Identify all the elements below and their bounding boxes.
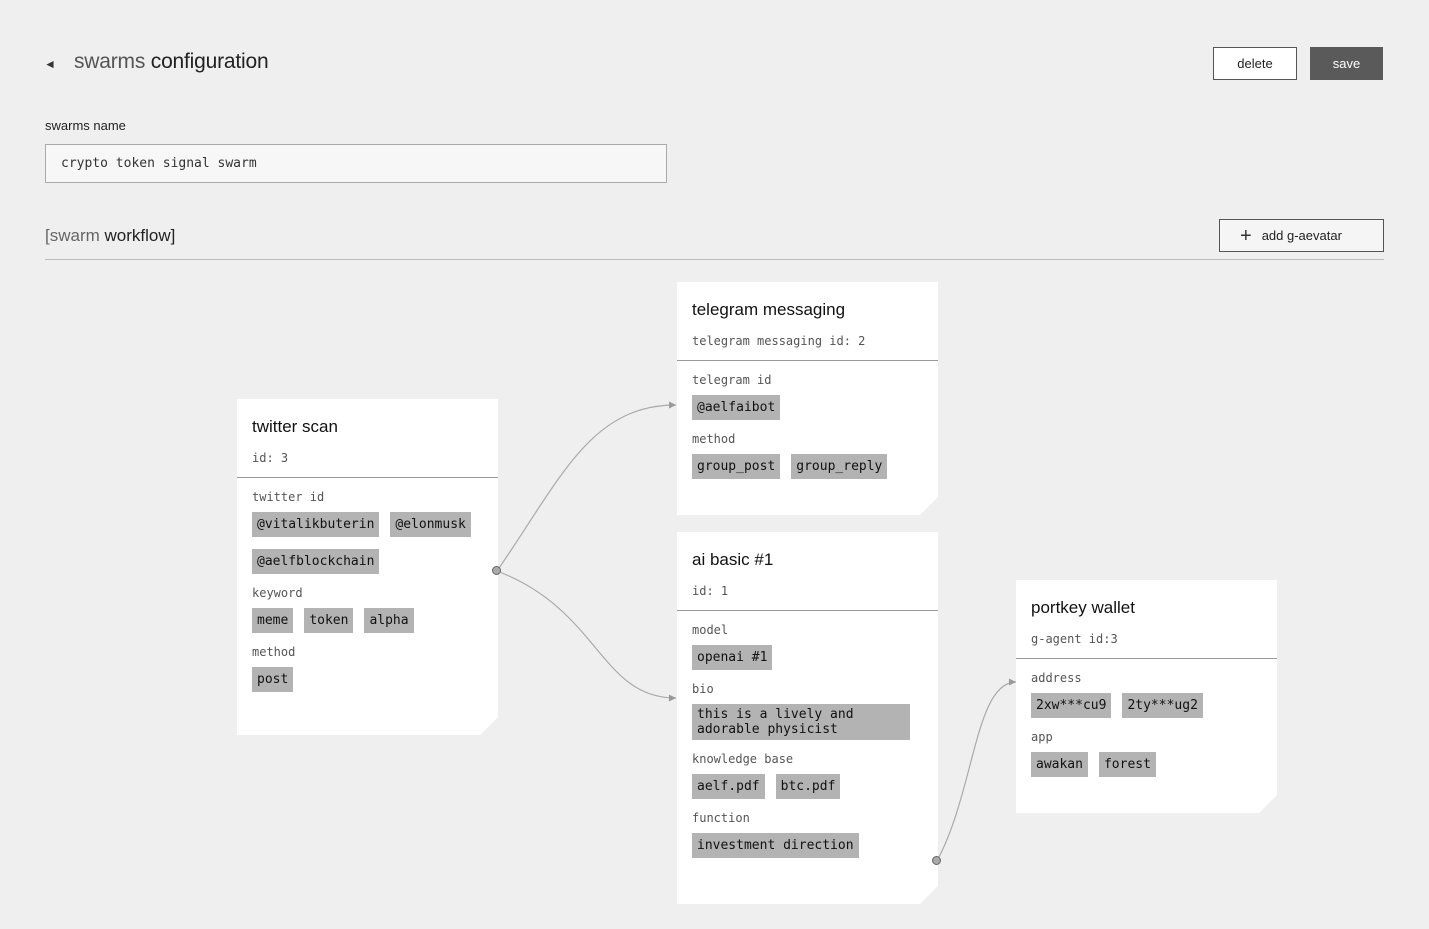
workflow-section-title: [swarm workflow] [45, 226, 175, 246]
tag-chip[interactable]: 2ty***ug2 [1122, 693, 1202, 718]
chip-group: investment direction [692, 833, 923, 858]
prop-label: keyword [252, 586, 303, 600]
chip-group: this is a lively and adorable physicist [692, 704, 923, 740]
tag-chip[interactable]: group_reply [791, 454, 887, 479]
tag-chip[interactable]: aelf.pdf [692, 774, 765, 799]
back-icon[interactable]: ◄ [44, 57, 56, 71]
prop-label: twitter id [252, 490, 325, 504]
page-title-part: configuration [150, 50, 269, 73]
card-subtitle: g-agent id:3 [1031, 632, 1118, 646]
tag-chip[interactable]: post [252, 667, 293, 692]
tag-chip[interactable]: group_post [692, 454, 780, 479]
chip-group: meme token alpha [252, 608, 483, 633]
chip-group: post [252, 667, 483, 692]
prop-label: function [692, 811, 750, 825]
tag-chip[interactable]: awakan [1031, 752, 1088, 777]
chip-group: 2xw***cu9 2ty***ug2 [1031, 693, 1262, 718]
chip-group: @aelfaibot [692, 395, 923, 420]
card-subtitle: id: 1 [692, 584, 729, 598]
save-button[interactable]: save [1310, 47, 1383, 80]
card-header: portkey wallet g-agent id:3 [1016, 580, 1277, 659]
prop-label: method [252, 645, 296, 659]
portkey-wallet-card[interactable]: portkey wallet g-agent id:3 address 2xw*… [1016, 580, 1277, 813]
prop-label: address [1031, 671, 1082, 685]
tag-chip[interactable]: forest [1099, 752, 1156, 777]
card-title: telegram messaging [692, 300, 846, 319]
page-title-part: swarms [74, 50, 146, 73]
tag-chip[interactable]: meme [252, 608, 293, 633]
workflow-title-part: workflow] [104, 226, 176, 245]
telegram-messaging-card[interactable]: telegram messaging telegram messaging id… [677, 282, 938, 515]
twitter-scan-card[interactable]: twitter scan id: 3 twitter id @vitalikbu… [237, 399, 498, 735]
card-title: twitter scan [252, 417, 338, 436]
connector-ai-wallet [936, 678, 1017, 862]
swarm-name-input[interactable] [45, 144, 667, 183]
output-port[interactable] [492, 566, 501, 575]
add-g-aevatar-label: add g-aevatar [1261, 228, 1342, 243]
plus-icon: + [1240, 224, 1252, 247]
tag-chip[interactable]: alpha [364, 608, 413, 633]
tag-chip[interactable]: btc.pdf [776, 774, 841, 799]
tag-chip[interactable]: openai #1 [692, 645, 772, 670]
swarm-name-label: swarms name [45, 118, 126, 133]
connector-twitter-ai [496, 570, 677, 702]
tag-chip[interactable]: @aelfblockchain [252, 549, 379, 574]
prop-label: model [692, 623, 729, 637]
card-header: twitter scan id: 3 [237, 399, 498, 478]
chip-group: awakan forest [1031, 752, 1262, 777]
chip-group: group_post group_reply [692, 454, 923, 479]
delete-button[interactable]: delete [1213, 47, 1297, 80]
chip-group: aelf.pdf btc.pdf [692, 774, 923, 799]
card-title: portkey wallet [1031, 598, 1135, 617]
card-subtitle: id: 3 [252, 451, 289, 465]
tag-chip[interactable]: investment direction [692, 833, 859, 858]
card-subtitle: telegram messaging id: 2 [692, 334, 866, 348]
card-header: telegram messaging telegram messaging id… [677, 282, 938, 361]
card-title: ai basic #1 [692, 550, 774, 569]
output-port[interactable] [932, 856, 941, 865]
add-g-aevatar-button[interactable]: + add g-aevatar [1219, 219, 1384, 252]
chip-group: openai #1 [692, 645, 923, 670]
prop-label: telegram id [692, 373, 772, 387]
tag-chip[interactable]: @vitalikbuterin [252, 512, 379, 537]
section-divider [45, 259, 1384, 260]
workflow-title-part: [swarm [45, 226, 100, 245]
page-title: swarms configuration [74, 50, 269, 74]
ai-basic-card[interactable]: ai basic #1 id: 1 model openai #1 bio th… [677, 532, 938, 904]
chip-group: @vitalikbuterin @elonmusk @aelfblockchai… [252, 512, 483, 574]
tag-chip[interactable]: @aelfaibot [692, 395, 780, 420]
prop-label: method [692, 432, 736, 446]
prop-label: bio [692, 682, 714, 696]
tag-chip[interactable]: @elonmusk [390, 512, 470, 537]
card-header: ai basic #1 id: 1 [677, 532, 938, 611]
bio-chip[interactable]: this is a lively and adorable physicist [692, 704, 910, 740]
connector-twitter-telegram [496, 401, 677, 572]
tag-chip[interactable]: token [304, 608, 353, 633]
prop-label: app [1031, 730, 1053, 744]
prop-label: knowledge base [692, 752, 794, 766]
tag-chip[interactable]: 2xw***cu9 [1031, 693, 1111, 718]
